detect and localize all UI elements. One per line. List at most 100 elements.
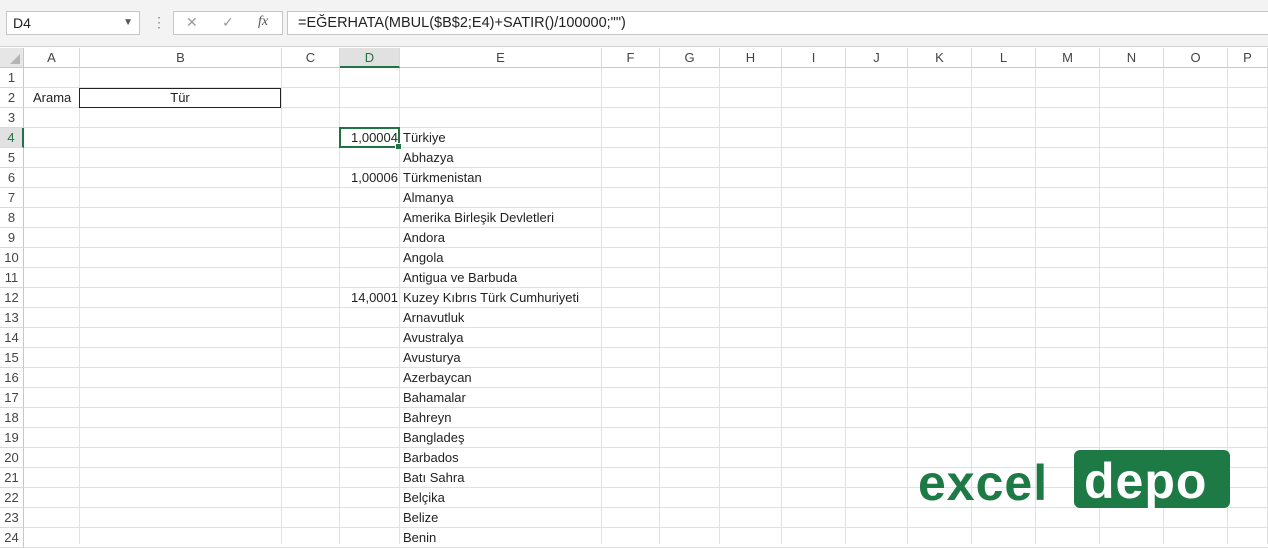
country-cell[interactable]: Türkmenistan (403, 168, 482, 188)
row-header-18[interactable]: 18 (0, 408, 24, 428)
column-header-a[interactable]: A (24, 48, 80, 68)
column-header-k[interactable]: K (908, 48, 972, 68)
column-header-c[interactable]: C (282, 48, 340, 68)
search-input-cell[interactable]: Tür (79, 88, 281, 108)
row-header-14[interactable]: 14 (0, 328, 24, 348)
grid-line (907, 68, 908, 544)
grid-line (24, 267, 1268, 268)
column-header-g[interactable]: G (660, 48, 720, 68)
grid-line (24, 387, 1268, 388)
row-header-5[interactable]: 5 (0, 148, 24, 168)
formula-input[interactable]: =EĞERHATA(MBUL($B$2;E4)+SATIR()/100000;"… (287, 11, 1268, 35)
grid-line (24, 367, 1268, 368)
grid-line (845, 68, 846, 544)
column-header-f[interactable]: F (602, 48, 660, 68)
close-icon[interactable]: ✕ (186, 14, 198, 31)
country-cell[interactable]: Andora (403, 228, 445, 248)
country-cell[interactable]: Bahamalar (403, 388, 466, 408)
row-header-15[interactable]: 15 (0, 348, 24, 368)
row-header-1[interactable]: 1 (0, 68, 24, 88)
country-cell[interactable]: Batı Sahra (403, 468, 464, 488)
row-header-22[interactable]: 22 (0, 488, 24, 508)
grid-line (24, 447, 1268, 448)
column-header-e[interactable]: E (400, 48, 602, 68)
cell-d12[interactable]: 14,0001 (340, 288, 400, 308)
grid-line (24, 207, 1268, 208)
country-cell[interactable]: Amerika Birleşik Devletleri (403, 208, 554, 228)
cell-d6[interactable]: 1,00006 (340, 168, 400, 188)
country-cell[interactable]: Almanya (403, 188, 454, 208)
column-header-m[interactable]: M (1036, 48, 1100, 68)
country-cell[interactable]: Arnavutluk (403, 308, 464, 328)
chevron-down-icon[interactable]: ▼ (123, 12, 133, 34)
grid-line (24, 227, 1268, 228)
column-header-j[interactable]: J (846, 48, 908, 68)
row-header-19[interactable]: 19 (0, 428, 24, 448)
country-cell[interactable]: Barbados (403, 448, 459, 468)
grid-line (24, 167, 1268, 168)
column-header-n[interactable]: N (1100, 48, 1164, 68)
country-cell[interactable]: Bangladeş (403, 428, 464, 448)
select-all-button[interactable] (0, 48, 24, 68)
country-cell[interactable]: Avusturya (403, 348, 461, 368)
column-header-l[interactable]: L (972, 48, 1036, 68)
row-header-12[interactable]: 12 (0, 288, 24, 308)
country-cell[interactable]: Türkiye (403, 128, 446, 148)
row-header-16[interactable]: 16 (0, 368, 24, 388)
row-header-17[interactable]: 17 (0, 388, 24, 408)
grid-line (659, 68, 660, 544)
grid-line (24, 127, 1268, 128)
fx-icon[interactable]: fx (258, 14, 268, 30)
column-header-h[interactable]: H (720, 48, 782, 68)
formula-bar: D4 ▼ ⋮ ✕ ✓ fx =EĞERHATA(MBUL($B$2;E4)+SA… (0, 0, 1268, 47)
grid-line (24, 147, 1268, 148)
name-box[interactable]: D4 ▼ (6, 11, 140, 35)
column-header-i[interactable]: I (782, 48, 846, 68)
country-cell[interactable]: Belçika (403, 488, 445, 508)
grid-line (24, 427, 1268, 428)
row-header-9[interactable]: 9 (0, 228, 24, 248)
name-box-value: D4 (13, 15, 31, 31)
country-cell[interactable]: Azerbaycan (403, 368, 472, 388)
country-cell[interactable]: Benin (403, 528, 436, 548)
country-cell[interactable]: Bahreyn (403, 408, 451, 428)
grid-line (281, 68, 282, 544)
column-header-b[interactable]: B (80, 48, 282, 68)
country-cell[interactable]: Angola (403, 248, 443, 268)
cell-a2-label[interactable]: Arama (33, 88, 71, 108)
row-header-21[interactable]: 21 (0, 468, 24, 488)
country-cell[interactable]: Antigua ve Barbuda (403, 268, 517, 288)
grid-line (24, 327, 1268, 328)
column-header-d[interactable]: D (340, 48, 400, 68)
column-header-o[interactable]: O (1164, 48, 1228, 68)
grid-line (719, 68, 720, 544)
formula-buttons: ✕ ✓ fx (173, 11, 283, 35)
row-header-24[interactable]: 24 (0, 528, 24, 548)
row-header-2[interactable]: 2 (0, 88, 24, 108)
grid-line (24, 247, 1268, 248)
active-cell-border[interactable] (339, 127, 402, 150)
grid-line (24, 407, 1268, 408)
row-header-23[interactable]: 23 (0, 508, 24, 528)
country-cell[interactable]: Belize (403, 508, 438, 528)
country-cell[interactable]: Kuzey Kıbrıs Türk Cumhuriyeti (403, 288, 579, 308)
grid-line (79, 68, 80, 544)
row-header-20[interactable]: 20 (0, 448, 24, 468)
fill-handle[interactable] (395, 143, 402, 150)
grid-line (601, 68, 602, 544)
country-cell[interactable]: Avustralya (403, 328, 463, 348)
row-header-3[interactable]: 3 (0, 108, 24, 128)
logo-excel-text: excel (918, 455, 1049, 511)
row-header-4[interactable]: 4 (0, 128, 24, 148)
row-header-11[interactable]: 11 (0, 268, 24, 288)
row-header-8[interactable]: 8 (0, 208, 24, 228)
grid-line (24, 287, 1268, 288)
row-header-10[interactable]: 10 (0, 248, 24, 268)
country-cell[interactable]: Abhazya (403, 148, 454, 168)
grid-line (24, 527, 1268, 528)
check-icon[interactable]: ✓ (222, 14, 234, 31)
row-header-7[interactable]: 7 (0, 188, 24, 208)
row-header-13[interactable]: 13 (0, 308, 24, 328)
column-header-p[interactable]: P (1228, 48, 1268, 68)
row-header-6[interactable]: 6 (0, 168, 24, 188)
